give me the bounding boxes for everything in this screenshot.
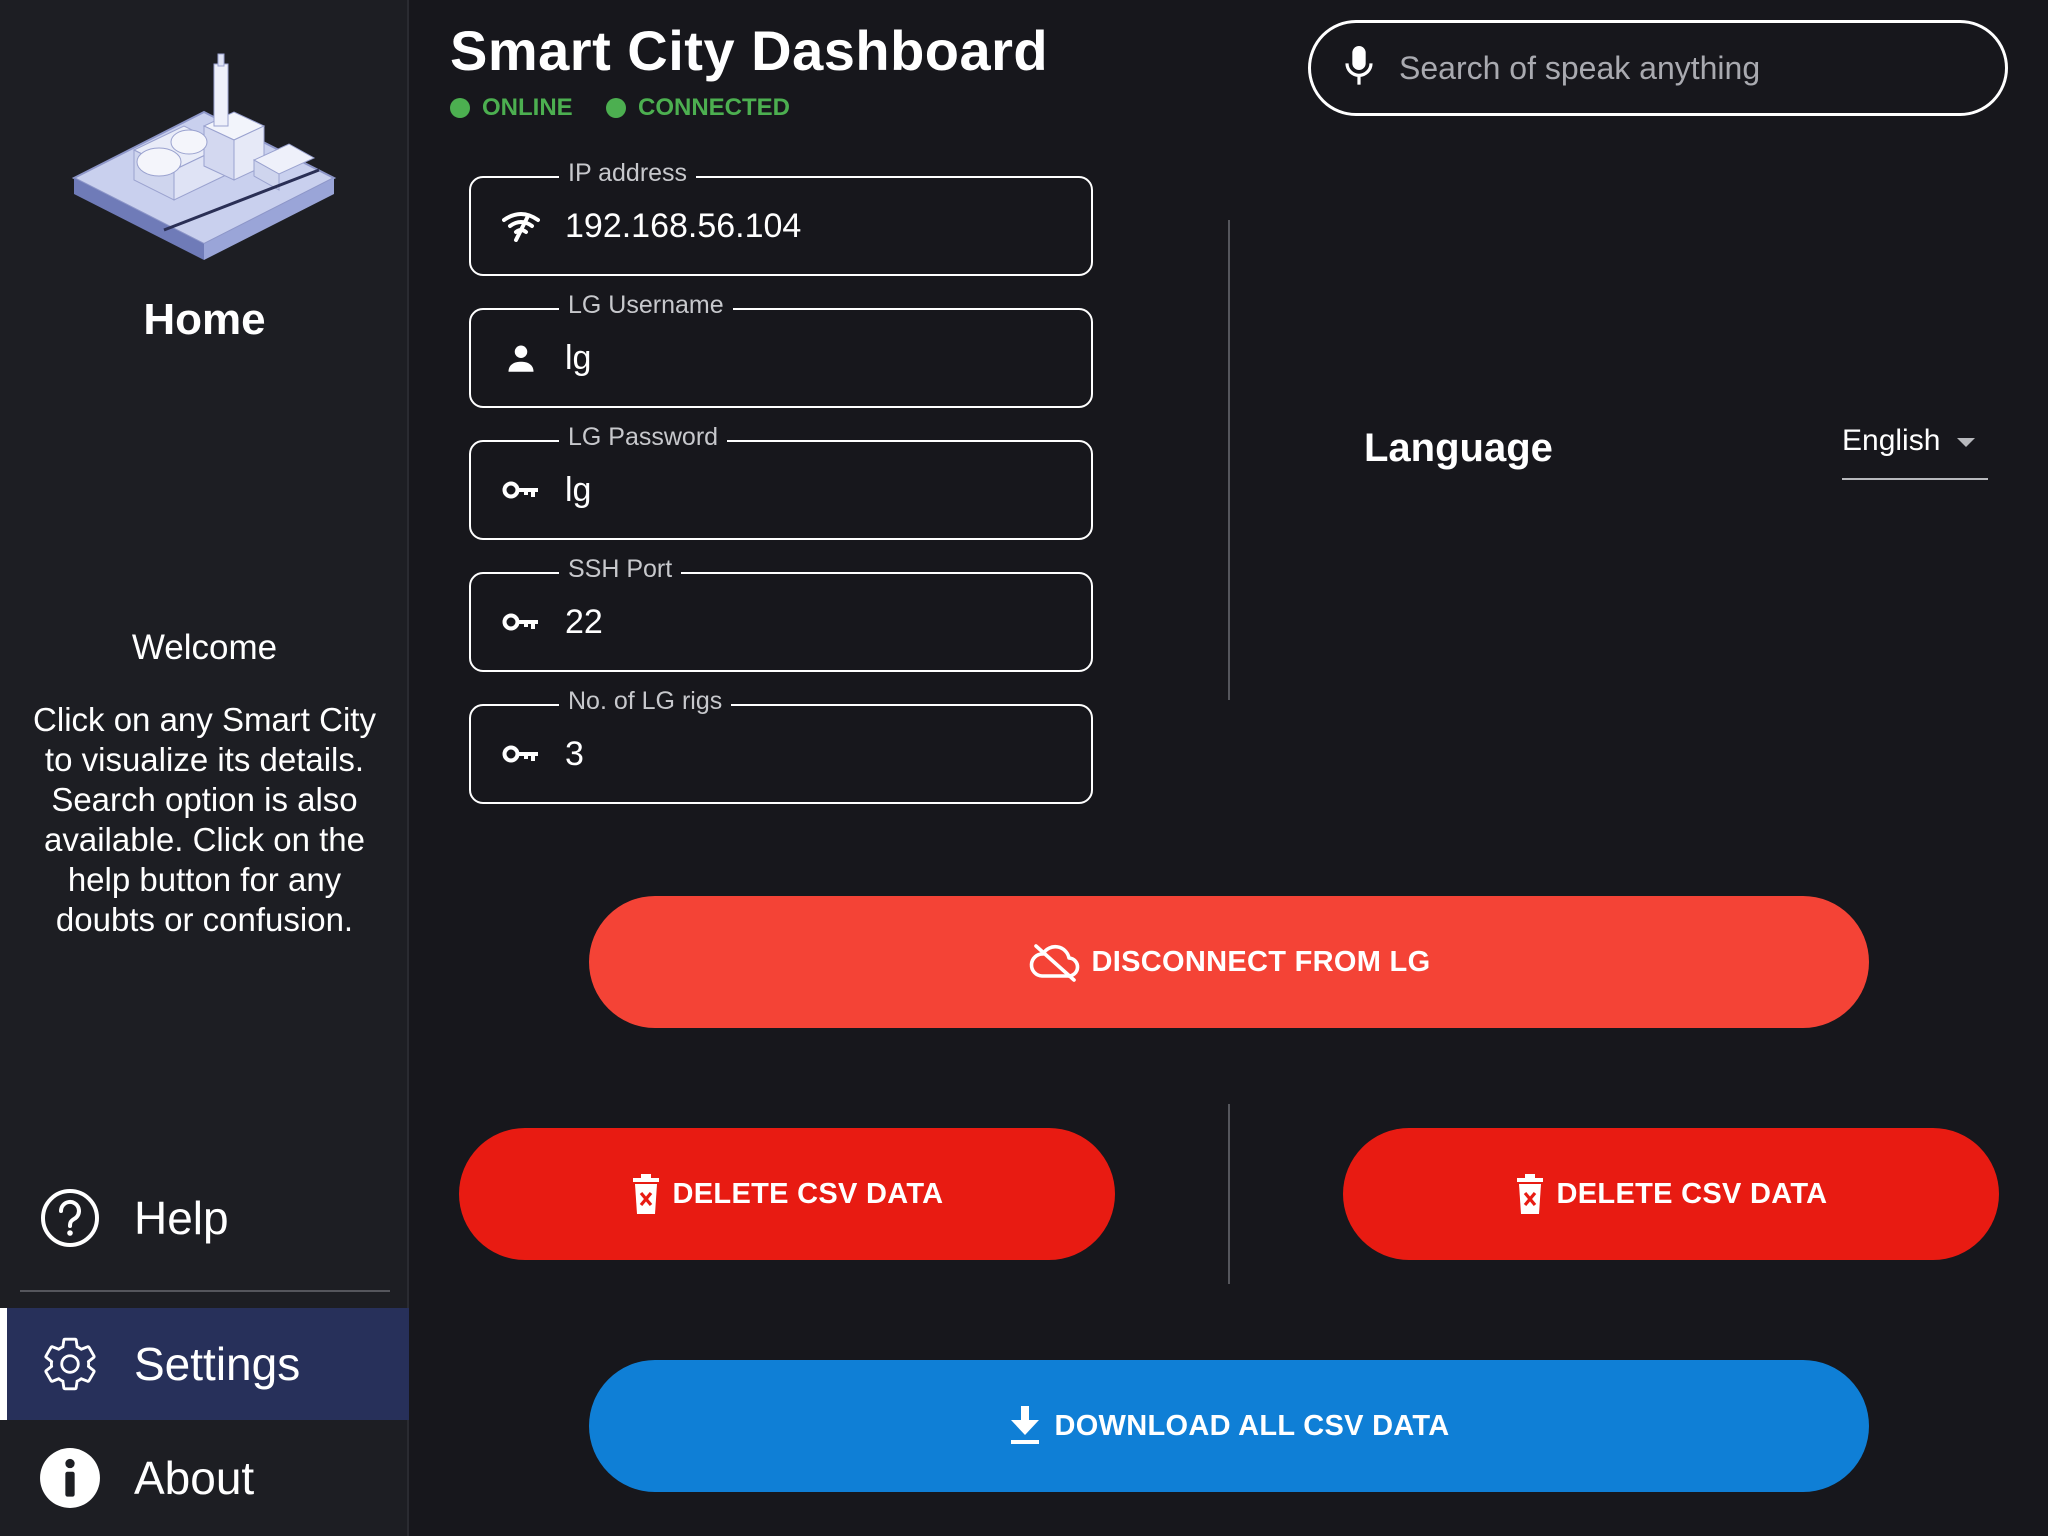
lg-rigs-label: No. of LG rigs xyxy=(559,687,732,716)
cloud-off-icon xyxy=(1028,942,1080,982)
lg-username-value[interactable]: lg xyxy=(565,339,591,378)
ip-address-label: IP address xyxy=(559,159,697,188)
lg-password-label: LG Password xyxy=(559,423,728,452)
mic-icon[interactable] xyxy=(1343,44,1375,93)
app: Home Welcome Click on any Smart City to … xyxy=(0,0,2048,1536)
download-csv-button[interactable]: DOWNLOAD ALL CSV DATA xyxy=(589,1360,1869,1492)
status-dot-icon xyxy=(450,98,470,118)
ssh-port-value[interactable]: 22 xyxy=(565,603,603,642)
sidebar-item-label: Help xyxy=(134,1192,229,1244)
sidebar-item-about[interactable]: About xyxy=(0,1422,409,1534)
welcome-title: Welcome xyxy=(131,628,278,667)
help-circle-icon xyxy=(38,1186,102,1250)
search-bar[interactable] xyxy=(1308,20,2008,116)
trash-icon xyxy=(631,1174,661,1214)
lg-password-value[interactable]: lg xyxy=(565,471,591,510)
sidebar-divider xyxy=(20,1290,390,1292)
key-icon xyxy=(497,611,545,633)
search-input[interactable] xyxy=(1397,48,2005,88)
gear-icon xyxy=(38,1332,102,1396)
caret-down-icon xyxy=(1956,436,1976,454)
lg-password-field[interactable]: LG Password lg xyxy=(469,423,1093,540)
ssh-port-label: SSH Port xyxy=(559,555,682,584)
key-icon xyxy=(497,743,545,765)
status-online: ONLINE xyxy=(450,94,573,122)
delete-csv-button[interactable]: DELETE CSV DATA xyxy=(459,1128,1115,1260)
lg-rigs-field[interactable]: No. of LG rigs 3 xyxy=(469,687,1093,804)
delete-csv-button[interactable]: DELETE CSV DATA xyxy=(1343,1128,1999,1260)
disconnect-button[interactable]: DISCONNECT FROM LG xyxy=(589,896,1869,1028)
sidebar: Home Welcome Click on any Smart City to … xyxy=(0,0,409,1536)
lg-username-field[interactable]: LG Username lg xyxy=(469,291,1093,408)
ip-address-value[interactable]: 192.168.56.104 xyxy=(565,207,801,246)
vertical-divider xyxy=(1228,1104,1230,1284)
download-csv-label: DOWNLOAD ALL CSV DATA xyxy=(1054,1409,1450,1442)
download-icon xyxy=(1008,1406,1042,1446)
page-title: Smart City Dashboard xyxy=(450,19,1049,82)
status-connected: CONNECTED xyxy=(606,94,790,122)
person-icon xyxy=(497,343,545,373)
sidebar-item-label: Settings xyxy=(134,1338,301,1390)
vertical-divider xyxy=(1228,220,1230,700)
trash-icon xyxy=(1515,1174,1545,1214)
delete-csv-label: DELETE CSV DATA xyxy=(1556,1177,1828,1210)
wifi-signal-icon xyxy=(497,210,545,242)
language-label: Language xyxy=(1364,426,1553,470)
language-dropdown[interactable]: English xyxy=(1842,424,1988,480)
disconnect-label: DISCONNECT FROM LG xyxy=(1091,945,1431,978)
info-circle-icon xyxy=(38,1446,102,1510)
ip-address-field[interactable]: IP address 192.168.56.104 xyxy=(469,159,1093,276)
welcome-text: Click on any Smart City to visualize its… xyxy=(33,701,376,938)
lg-rigs-value[interactable]: 3 xyxy=(565,735,584,774)
status-connected-label: CONNECTED xyxy=(638,94,791,121)
status-dot-icon xyxy=(606,98,626,118)
home-label: Home xyxy=(143,295,266,344)
language-selected: English xyxy=(1842,424,1941,457)
sidebar-item-label: About xyxy=(134,1452,255,1504)
smart-city-logo xyxy=(64,50,344,280)
key-icon xyxy=(497,479,545,501)
status-online-label: ONLINE xyxy=(482,94,573,121)
sidebar-item-help[interactable]: Help xyxy=(0,1162,409,1274)
ssh-port-field[interactable]: SSH Port 22 xyxy=(469,555,1093,672)
lg-username-label: LG Username xyxy=(559,291,733,320)
delete-csv-label: DELETE CSV DATA xyxy=(672,1177,944,1210)
sidebar-item-settings[interactable]: Settings xyxy=(0,1308,409,1420)
